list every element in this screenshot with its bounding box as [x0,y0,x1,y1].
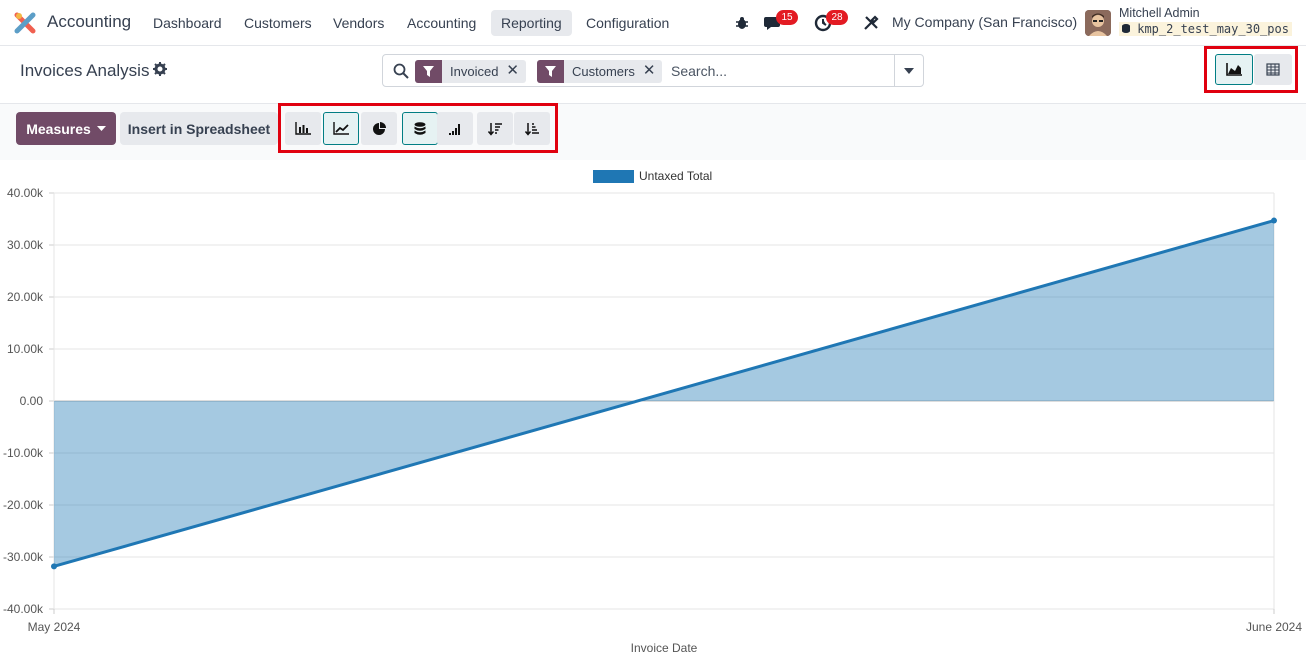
remove-facet-icon[interactable]: ✕ [506,60,526,83]
pivot-view-button[interactable] [1254,54,1292,85]
x-axis-ticks: May 2024 June 2024 [28,620,1303,634]
x-tick-label: June 2024 [1246,620,1302,634]
menu-dashboard[interactable]: Dashboard [143,10,232,36]
y-tick-label: -20.00k [3,498,44,512]
top-navbar: Accounting Dashboard Customers Vendors A… [0,0,1306,46]
menu-reporting[interactable]: Reporting [491,10,572,36]
search-icon[interactable] [393,63,409,84]
messages-count-badge: 15 [776,10,798,25]
chart-legend[interactable]: Untaxed Total [593,169,712,183]
y-tick-label: 30.00k [7,238,44,252]
table-grid-icon [1266,63,1280,76]
bar-chart-icon [295,122,311,135]
accounting-app-icon[interactable] [14,12,36,34]
sort-descending-icon [488,122,502,136]
database-stack-icon [414,121,426,135]
sort-ascending-button[interactable] [514,112,550,145]
area-chart: -40.00k -30.00k -20.00k -10.00k 0.00 10.00k 20… [3,169,1303,655]
y-tick-label: -40.00k [3,602,44,616]
debug-bug-icon[interactable] [731,12,753,34]
graph-view-button[interactable] [1215,54,1253,85]
caret-down-icon [904,67,914,74]
measures-dropdown[interactable]: Measures [16,112,116,145]
search-bar[interactable]: Invoiced ✕ Customers ✕ [382,54,924,87]
pie-chart-button[interactable] [361,112,397,145]
stacked-toggle-button[interactable] [402,112,438,145]
sort-descending-button[interactable] [477,112,513,145]
filter-icon [415,60,442,83]
search-options-toggle[interactable] [894,55,923,86]
signal-bars-icon [449,123,460,135]
company-switcher[interactable]: My Company (San Francisco) [892,14,1077,30]
user-avatar[interactable] [1085,10,1111,36]
y-axis-ticks: -40.00k -30.00k -20.00k -10.00k 0.00 10.00k 20… [3,186,44,616]
menu-configuration[interactable]: Configuration [576,10,679,36]
chart-series [51,217,1277,570]
x-tick-label: May 2024 [28,620,81,634]
menu-customers[interactable]: Customers [234,10,322,36]
line-chart-button[interactable] [323,112,359,145]
y-tick-label: -10.00k [3,446,44,460]
cumulative-toggle-button[interactable] [437,112,473,145]
gear-icon[interactable] [153,62,167,79]
pie-chart-icon [373,121,386,135]
database-icon [1122,24,1130,33]
menu-vendors[interactable]: Vendors [323,10,394,36]
x-axis-label: Invoice Date [631,641,698,655]
y-tick-label: 20.00k [7,290,44,304]
data-point [1271,217,1277,224]
page-title: Invoices Analysis [20,61,150,80]
view-switcher [1204,46,1298,93]
legend-swatch [593,170,634,183]
search-input[interactable] [671,61,871,81]
y-tick-label: 40.00k [7,186,44,200]
y-tick-label: -30.00k [3,550,44,564]
facet-label: Invoiced [450,64,499,79]
bar-chart-button[interactable] [285,112,321,145]
remove-facet-icon[interactable]: ✕ [643,60,663,83]
app-name[interactable]: Accounting [47,12,131,32]
menu-accounting[interactable]: Accounting [397,10,486,36]
facet-invoiced[interactable]: Invoiced ✕ [415,60,526,83]
y-tick-label: 10.00k [7,342,44,356]
facet-label: Customers [572,64,635,79]
line-chart-icon [333,122,349,135]
sort-ascending-icon [525,122,539,136]
filter-icon [537,60,564,83]
legend-label: Untaxed Total [639,169,712,183]
database-name: kmp_2_test_may_30_pos [1119,22,1292,36]
data-point [51,563,57,570]
tools-icon[interactable] [860,12,882,34]
area-chart-icon [1226,63,1242,76]
activities-count-badge: 28 [826,10,848,25]
insert-in-spreadsheet-button[interactable]: Insert in Spreadsheet [120,112,278,145]
y-tick-label: 0.00 [20,394,44,408]
user-name[interactable]: Mitchell Admin [1119,6,1200,20]
caret-down-icon [96,126,106,131]
facet-customers[interactable]: Customers ✕ [537,60,663,83]
measures-label: Measures [26,120,91,137]
